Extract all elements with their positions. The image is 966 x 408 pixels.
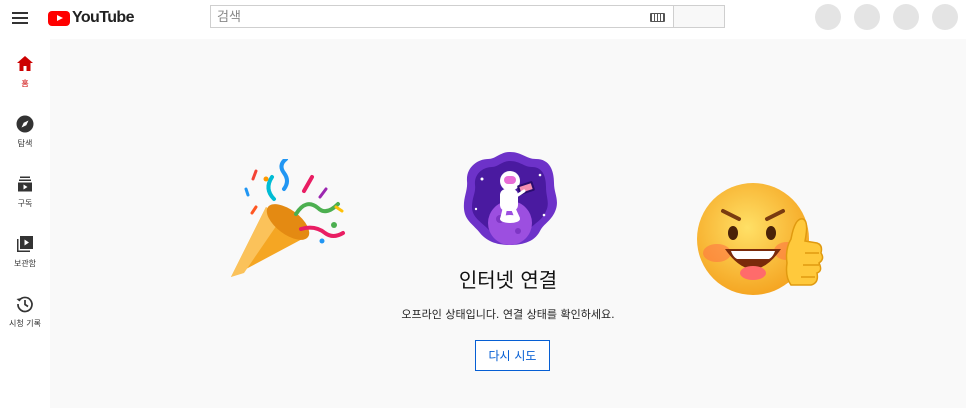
search-button[interactable] [673, 5, 725, 28]
notifications-icon[interactable] [893, 4, 919, 30]
main-content: 인터넷 연결 오프라인 상태입니다. 연결 상태를 확인하세요. 다시 시도 [50, 39, 966, 408]
youtube-logo[interactable]: YouTube [48, 8, 134, 28]
sidebar-item-label: 탐색 [17, 139, 33, 148]
subscriptions-icon [18, 176, 32, 192]
menu-icon[interactable] [10, 9, 30, 27]
apps-icon[interactable] [854, 4, 880, 30]
sidebar-item-explore[interactable]: 탐색 [0, 114, 50, 164]
top-actions [815, 4, 958, 30]
keyboard-icon[interactable] [650, 13, 665, 22]
history-icon [16, 296, 33, 313]
home-icon [17, 56, 33, 71]
sidebar-item-subscriptions[interactable]: 구독 [0, 174, 50, 224]
search-box [210, 5, 673, 28]
sidebar-item-label: 구독 [17, 199, 33, 208]
retry-button[interactable]: 다시 시도 [475, 340, 550, 371]
app-window: YouTube 홈 탐색 [0, 0, 966, 408]
compass-icon [16, 115, 34, 133]
play-logo-icon [48, 10, 70, 26]
offline-message: 오프라인 상태입니다. 연결 상태를 확인하세요. [401, 308, 615, 321]
sidebar-item-library[interactable]: 보관함 [0, 234, 50, 284]
sidebar-item-label: 보관함 [13, 259, 37, 268]
page-title: 인터넷 연결 [458, 268, 558, 292]
sidebar-item-home[interactable]: 홈 [0, 54, 50, 104]
sidebar-item-history[interactable]: 시청 기록 [0, 294, 50, 344]
sidebar: 홈 탐색 구독 보관함 시청 기록 [0, 36, 50, 408]
library-icon [17, 236, 33, 252]
avatar[interactable] [932, 4, 958, 30]
search-input[interactable] [217, 8, 637, 26]
sidebar-item-label: 시청 기록 [9, 319, 41, 328]
top-bar: YouTube [0, 0, 966, 36]
create-icon[interactable] [815, 4, 841, 30]
astronaut-icon [463, 152, 557, 245]
logo-text: YouTube [72, 9, 134, 26]
sidebar-item-label: 홈 [21, 79, 29, 88]
